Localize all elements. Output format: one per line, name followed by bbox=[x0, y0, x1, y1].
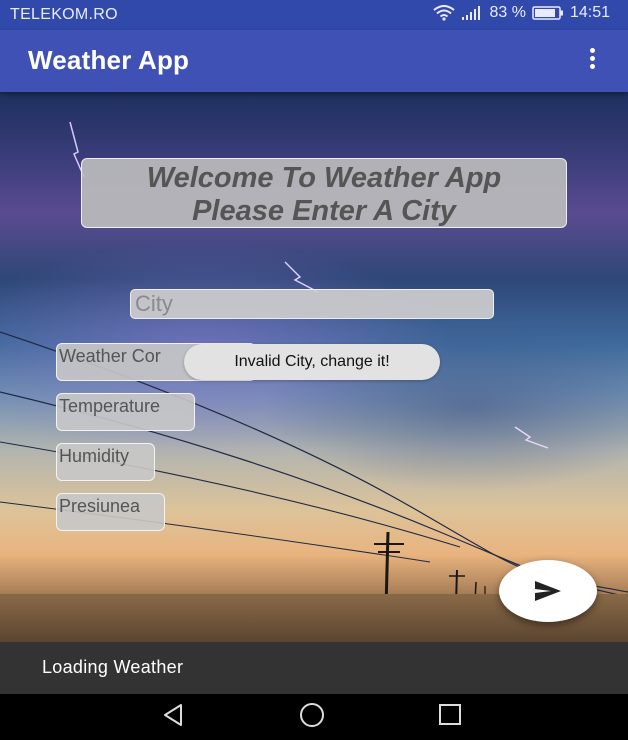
status-icons: 83 % 14:51 bbox=[433, 4, 610, 22]
signal-icon bbox=[461, 5, 483, 21]
loading-bar: Loading Weather bbox=[0, 642, 628, 694]
welcome-line-2: Please Enter A City bbox=[192, 195, 456, 227]
recents-icon[interactable] bbox=[433, 702, 467, 732]
humidity-field: Humidity bbox=[56, 443, 155, 481]
wifi-icon bbox=[433, 5, 456, 21]
loading-text: Loading Weather bbox=[42, 657, 184, 677]
phone-screen: TELEKOM.RO 83 % 14:51 Weather App Welcom… bbox=[0, 0, 628, 740]
carrier-name: TELEKOM.RO bbox=[10, 6, 118, 23]
back-icon[interactable] bbox=[157, 702, 191, 732]
pressure-field: Presiunea bbox=[56, 493, 165, 531]
temperature-field: Temperature bbox=[56, 393, 195, 431]
app-bar: Weather App bbox=[0, 30, 628, 92]
send-button[interactable] bbox=[499, 560, 597, 622]
toast-message: Invalid City, change it! bbox=[184, 344, 440, 380]
navigation-bar bbox=[0, 694, 628, 740]
app-title: Weather App bbox=[28, 45, 190, 75]
welcome-line-1: Welcome To Weather App bbox=[146, 162, 502, 194]
more-vert-icon[interactable] bbox=[586, 48, 598, 74]
status-bar: TELEKOM.RO 83 % 14:51 bbox=[0, 0, 628, 30]
clock: 14:51 bbox=[569, 4, 610, 21]
city-input[interactable] bbox=[130, 289, 494, 319]
welcome-banner: Welcome To Weather App Please Enter A Ci… bbox=[81, 158, 567, 228]
battery-icon bbox=[532, 6, 564, 20]
battery-percent: 83 % bbox=[489, 4, 526, 21]
send-icon bbox=[535, 581, 561, 601]
home-icon[interactable] bbox=[295, 702, 329, 732]
